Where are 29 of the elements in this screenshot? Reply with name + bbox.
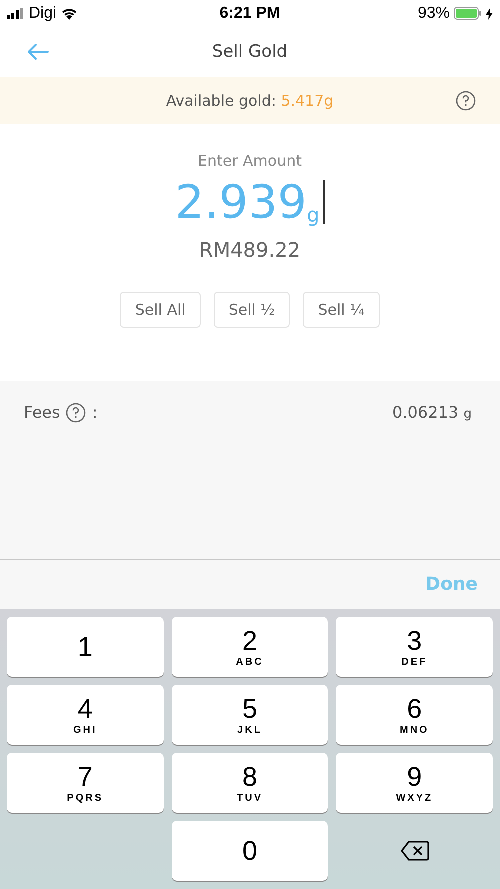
available-balance-text: Available gold: 5.417g [166,92,334,110]
charging-icon [486,8,493,20]
wifi-icon [60,8,78,20]
fees-separator: : [92,403,98,422]
status-time: 6:21 PM [220,4,280,23]
keypad-key[interactable]: 2 ABC [172,617,328,677]
converted-amount: RM489.22 [199,238,301,262]
sell-fraction-button[interactable]: Sell All [120,292,201,328]
help-icon[interactable] [66,402,86,423]
signal-icon [7,8,25,20]
keypad-key[interactable]: 7 PQRS [7,753,164,813]
battery-percent: 93% [418,4,450,23]
keypad-key[interactable]: 3 DEF [336,617,493,677]
carrier-name: Digi [29,4,57,23]
keypad-key[interactable]: 0 [172,821,328,881]
keypad-key[interactable]: 6 MNO [336,685,493,745]
sell-fraction-button[interactable]: Sell ¼ [303,292,380,328]
fees-label: Fees [24,403,60,422]
help-icon[interactable] [456,91,476,112]
keypad-key[interactable]: 8 TUV [172,753,328,813]
sell-fraction-button[interactable]: Sell ½ [214,292,290,328]
keypad-key[interactable]: 5 JKL [172,685,328,745]
battery-icon [454,7,482,20]
keypad-key[interactable]: 9 WXYZ [336,753,493,813]
keypad-key[interactable]: 4 GHI [7,685,164,745]
fees-value: 0.06213 g [392,402,472,422]
keypad-key[interactable]: 1 [7,617,164,677]
enter-amount-label: Enter Amount [198,152,302,170]
page-title: Sell Gold [212,42,288,62]
